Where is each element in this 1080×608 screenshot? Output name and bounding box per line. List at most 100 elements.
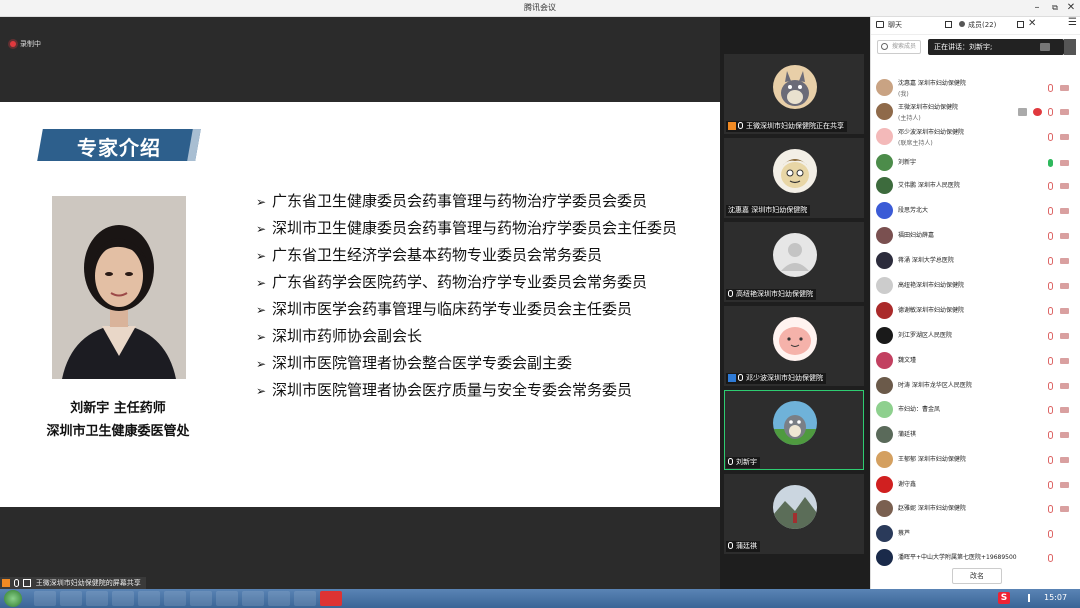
mic-icon[interactable] <box>1048 159 1053 167</box>
video-tile-active-speaker[interactable]: 刘新宇 <box>724 390 864 470</box>
menu-icon[interactable]: ☰ <box>1068 17 1077 28</box>
member-row[interactable]: 潘晖平+中山大学附属第七医院+19689500 <box>876 547 1076 570</box>
member-row[interactable]: 德谢敏深圳市妇幼保健院 <box>876 300 1076 323</box>
mic-icon[interactable] <box>1048 232 1053 240</box>
camera-icon[interactable] <box>1060 283 1069 289</box>
video-tile[interactable]: 沈惠嘉 深圳市妇幼保健院 <box>724 138 864 218</box>
camera-icon[interactable] <box>1060 109 1069 115</box>
close-button[interactable]: ✕ <box>1064 1 1078 15</box>
recording-label: 录制中 <box>20 40 41 48</box>
camera-icon[interactable] <box>1060 208 1069 214</box>
close-panel-icon[interactable]: ✕ <box>1028 18 1036 29</box>
member-row[interactable]: 市妇幼：曹金凤 <box>876 399 1076 422</box>
taskbar-app[interactable] <box>60 591 82 606</box>
tab-chat[interactable]: 聊天 <box>888 20 902 30</box>
member-name: 邓少波深圳市妇幼保健院 <box>898 129 965 136</box>
mic-icon[interactable] <box>1048 332 1053 340</box>
mic-icon[interactable] <box>1048 554 1053 562</box>
camera-icon[interactable] <box>1060 506 1069 512</box>
start-button[interactable] <box>4 590 22 607</box>
member-row[interactable]: 段思芳北大 <box>876 200 1076 223</box>
mic-icon[interactable] <box>1048 456 1053 464</box>
maximize-button[interactable]: ⧉ <box>1048 1 1062 15</box>
minimize-button[interactable]: – <box>1030 1 1044 15</box>
member-row[interactable]: 沈惠嘉 深圳市妇幼保健院 (我) <box>876 77 1076 100</box>
taskbar-app[interactable] <box>320 591 342 606</box>
camera-icon[interactable] <box>1060 333 1069 339</box>
scroll-icon[interactable] <box>1064 39 1076 55</box>
mic-icon[interactable] <box>1048 207 1053 215</box>
member-row[interactable]: 时涛 深圳市龙华区人民医院 <box>876 375 1076 398</box>
volume-icon[interactable] <box>1028 594 1036 602</box>
taskbar-app[interactable] <box>164 591 186 606</box>
member-row[interactable]: 刘江罗湖区人民医院 <box>876 325 1076 348</box>
member-name: 刘江罗湖区人民医院 <box>898 332 953 339</box>
member-row[interactable]: 蒋涌 深圳大学总医院 <box>876 250 1076 273</box>
popout-icon[interactable] <box>1017 21 1024 28</box>
member-row[interactable]: 谢守鑫 <box>876 474 1076 497</box>
mic-icon[interactable] <box>1048 382 1053 390</box>
member-role: (主持人) <box>898 115 921 122</box>
camera-icon[interactable] <box>1060 432 1069 438</box>
video-tile[interactable]: 高纽艳深圳市妇幼保健院 <box>724 222 864 302</box>
taskbar-app[interactable] <box>242 591 264 606</box>
screen-share-indicator[interactable]: 王微深圳市妇幼保健院的屏幕共享 <box>0 577 146 589</box>
member-row[interactable]: 王微深圳市妇幼保健院 (主持人) <box>876 101 1076 124</box>
taskbar-app[interactable] <box>86 591 108 606</box>
camera-icon[interactable] <box>1060 482 1069 488</box>
camera-icon[interactable] <box>1060 160 1069 166</box>
mic-icon[interactable] <box>1048 182 1053 190</box>
member-row[interactable]: 艾伟鹏 深圳市人民医院 <box>876 175 1076 198</box>
taskbar-app[interactable] <box>138 591 160 606</box>
mic-icon[interactable] <box>1048 406 1053 414</box>
popout-icon[interactable] <box>945 21 952 28</box>
camera-icon[interactable] <box>1060 308 1069 314</box>
camera-icon[interactable] <box>1060 383 1069 389</box>
camera-icon[interactable] <box>1060 407 1069 413</box>
video-tile[interactable]: 王微深圳市妇幼保健院正在共享 <box>724 54 864 134</box>
member-row[interactable]: 高纽艳深圳市妇幼保健院 <box>876 275 1076 298</box>
mic-icon[interactable] <box>1048 357 1053 365</box>
camera-icon[interactable] <box>1060 258 1069 264</box>
taskbar-app[interactable] <box>216 591 238 606</box>
mic-icon[interactable] <box>1048 108 1053 116</box>
camera-icon[interactable] <box>1060 457 1069 463</box>
participant-name: 高纽艳深圳市妇幼保健院 <box>726 289 816 300</box>
member-row[interactable]: 魏文瑾 <box>876 350 1076 373</box>
taskbar-app[interactable] <box>34 591 56 606</box>
mic-icon[interactable] <box>1048 257 1053 265</box>
video-tile[interactable]: 蒲廷祺 <box>724 474 864 554</box>
mic-icon[interactable] <box>1048 133 1053 141</box>
member-row[interactable]: 蔡芦 <box>876 523 1076 546</box>
mic-icon[interactable] <box>1048 505 1053 513</box>
video-tile[interactable]: 邓少波深圳市妇幼保健院 <box>724 306 864 386</box>
recording-indicator[interactable]: 录制中 <box>10 39 41 49</box>
member-row[interactable]: 刘新宇 <box>876 152 1076 175</box>
member-row[interactable]: 邓少波深圳市妇幼保健院 (联席主持人) <box>876 126 1076 149</box>
camera-icon[interactable] <box>1060 358 1069 364</box>
camera-icon[interactable] <box>1060 134 1069 140</box>
tab-members[interactable]: 成员(22) <box>968 20 996 30</box>
clock[interactable]: 15:07 <box>1044 593 1067 602</box>
rename-button[interactable]: 改名 <box>952 568 1002 584</box>
search-input[interactable]: 搜索成员 <box>877 40 921 54</box>
mic-icon[interactable] <box>1048 481 1053 489</box>
mic-icon[interactable] <box>1048 530 1053 538</box>
camera-icon[interactable] <box>1060 85 1069 91</box>
taskbar-app[interactable] <box>294 591 316 606</box>
taskbar-app[interactable] <box>190 591 212 606</box>
member-row[interactable]: 蒲廷祺 <box>876 424 1076 447</box>
ime-icon[interactable]: S <box>998 592 1010 604</box>
mic-icon[interactable] <box>1048 84 1053 92</box>
taskbar-app[interactable] <box>268 591 290 606</box>
member-row[interactable]: 赵雅妮 深圳市妇幼保健院 <box>876 498 1076 521</box>
participant-name: 王微深圳市妇幼保健院正在共享 <box>726 121 847 132</box>
mic-icon[interactable] <box>1048 431 1053 439</box>
camera-icon[interactable] <box>1060 183 1069 189</box>
mic-icon[interactable] <box>1048 307 1053 315</box>
mic-icon[interactable] <box>1048 282 1053 290</box>
camera-icon[interactable] <box>1060 233 1069 239</box>
member-row[interactable]: 王郁郁 深圳市妇幼保健院 <box>876 449 1076 472</box>
taskbar-app[interactable] <box>112 591 134 606</box>
member-row[interactable]: 福田妇幼薛嘉 <box>876 225 1076 248</box>
